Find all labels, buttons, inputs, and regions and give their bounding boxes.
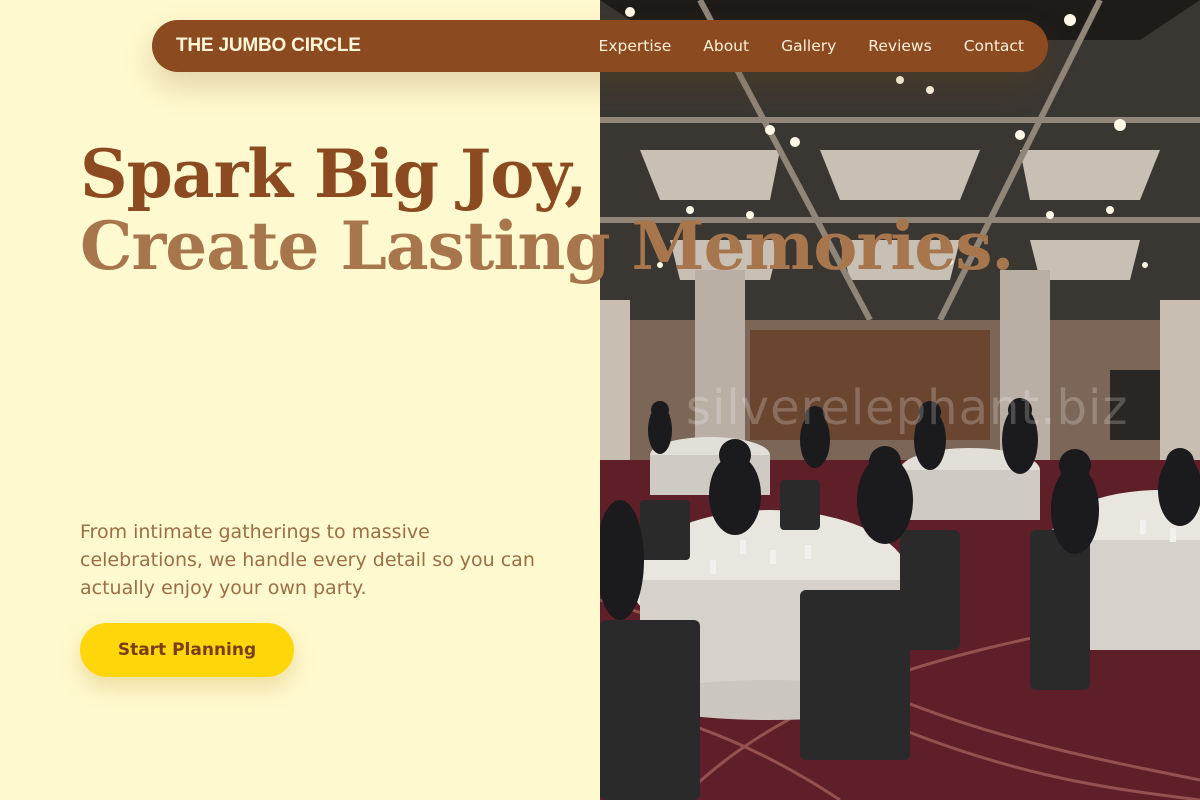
- brand-logo[interactable]: THE JUMBO CIRCLE: [176, 35, 361, 57]
- hero-title: Spark Big Joy, Create Lasting Memories.: [80, 135, 1014, 285]
- nav-links: Expertise About Gallery Reviews Contact: [567, 37, 1024, 55]
- hero-photo: silverelephant.biz: [600, 0, 1200, 800]
- start-planning-button[interactable]: Start Planning: [80, 623, 294, 677]
- hero-title-line-2: Create Lasting Memories.: [80, 207, 1014, 285]
- hero-title-line-1: Spark Big Joy,: [80, 135, 587, 213]
- nav-link-expertise[interactable]: Expertise: [599, 37, 672, 55]
- nav-link-reviews[interactable]: Reviews: [868, 37, 931, 55]
- nav-link-contact[interactable]: Contact: [964, 37, 1024, 55]
- nav-link-about[interactable]: About: [703, 37, 749, 55]
- top-navbar: THE JUMBO CIRCLE Expertise About Gallery…: [152, 20, 1048, 72]
- nav-link-gallery[interactable]: Gallery: [781, 37, 836, 55]
- hero-subtitle: From intimate gatherings to massive cele…: [80, 521, 535, 599]
- photo-watermark: silverelephant.biz: [686, 380, 1129, 436]
